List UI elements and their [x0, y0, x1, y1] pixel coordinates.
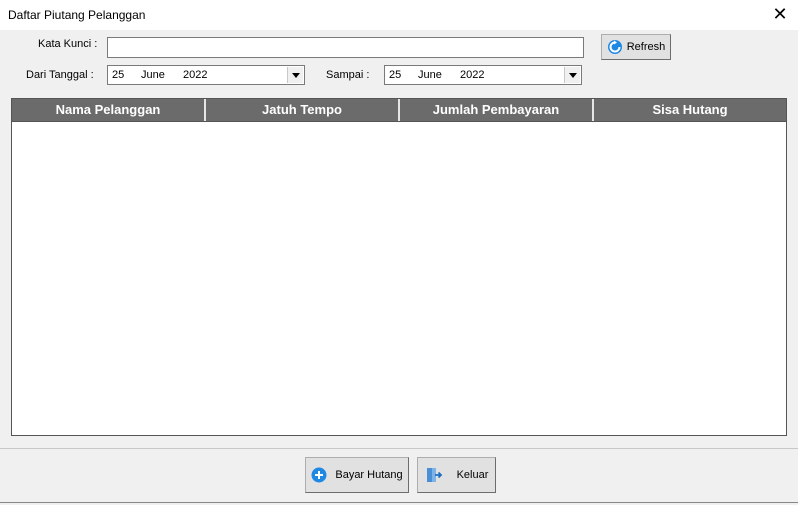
- keyword-label: Kata Kunci :: [38, 38, 98, 50]
- column-header-sisa-hutang[interactable]: Sisa Hutang: [594, 99, 786, 121]
- title-bar: Daftar Piutang Pelanggan ✕: [0, 0, 798, 30]
- to-date-label: Sampai :: [326, 69, 370, 81]
- from-day: 25: [112, 69, 125, 81]
- refresh-button[interactable]: Refresh: [601, 34, 671, 60]
- from-date-picker[interactable]: 25 June 2022: [107, 65, 305, 85]
- receivables-table[interactable]: Nama Pelanggan Jatuh Tempo Jumlah Pembay…: [11, 98, 787, 436]
- chevron-down-icon: [568, 72, 577, 78]
- from-month: June: [141, 69, 165, 81]
- to-day: 25: [389, 69, 402, 81]
- to-date-picker[interactable]: 25 June 2022: [384, 65, 582, 85]
- column-header-nama-pelanggan[interactable]: Nama Pelanggan: [12, 99, 206, 121]
- plus-circle-icon: [311, 467, 327, 483]
- bottom-border: [0, 502, 798, 503]
- footer-divider: [0, 448, 798, 449]
- to-month: June: [418, 69, 442, 81]
- from-year: 2022: [183, 69, 208, 81]
- chevron-down-icon: [291, 72, 300, 78]
- window-title: Daftar Piutang Pelanggan: [8, 8, 146, 22]
- column-header-jatuh-tempo[interactable]: Jatuh Tempo: [206, 99, 400, 121]
- to-date-dropdown-button[interactable]: [564, 67, 580, 83]
- keyword-input-box[interactable]: [107, 37, 584, 58]
- from-date-dropdown-button[interactable]: [287, 67, 303, 83]
- pay-debt-label: Bayar Hutang: [335, 469, 403, 481]
- keyword-input[interactable]: [108, 38, 583, 57]
- refresh-label: Refresh: [626, 41, 666, 53]
- exit-label: Keluar: [456, 469, 489, 481]
- pay-debt-button[interactable]: Bayar Hutang: [305, 457, 409, 493]
- table-header: Nama Pelanggan Jatuh Tempo Jumlah Pembay…: [12, 99, 786, 122]
- exit-button[interactable]: Keluar: [417, 457, 496, 493]
- from-date-label: Dari Tanggal :: [26, 69, 94, 81]
- refresh-icon: [607, 39, 623, 55]
- close-icon: ✕: [772, 4, 788, 24]
- exit-door-icon: [425, 466, 443, 484]
- to-year: 2022: [460, 69, 485, 81]
- column-header-jumlah-pembayaran[interactable]: Jumlah Pembayaran: [400, 99, 594, 121]
- close-button[interactable]: ✕: [768, 4, 792, 26]
